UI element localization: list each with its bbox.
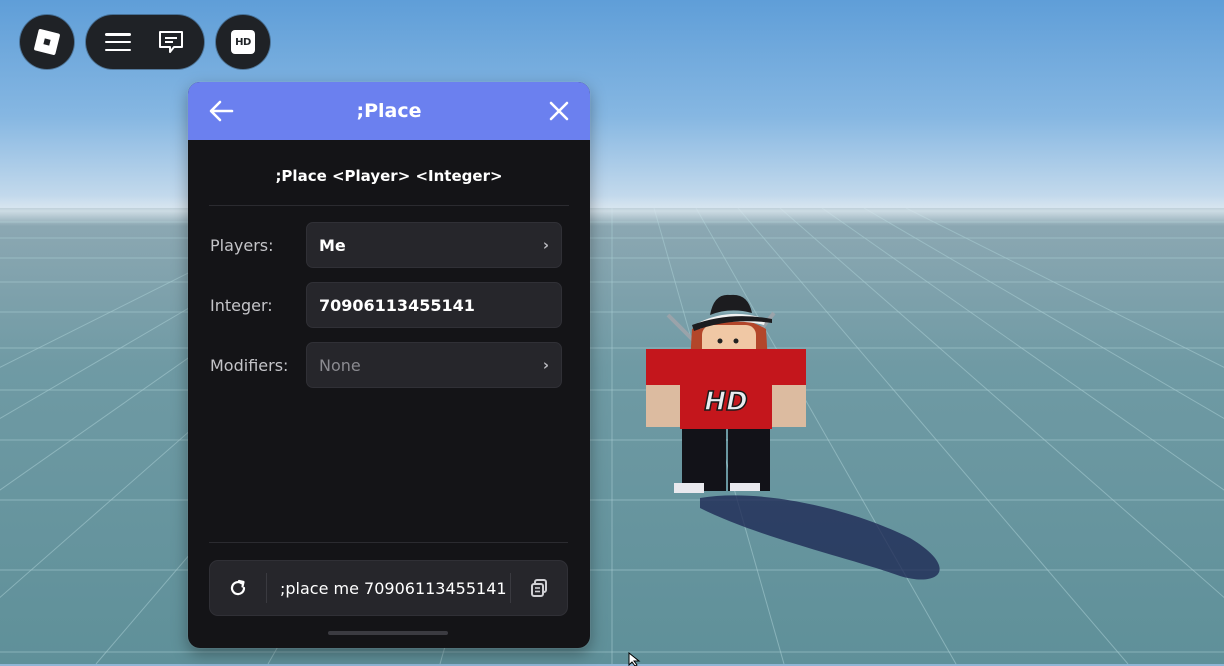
close-icon[interactable] <box>548 100 570 122</box>
players-label: Players: <box>210 235 274 255</box>
hd-admin-icon: HD <box>231 30 255 54</box>
command-preview-bar: ;place me 70906113455141 <box>209 560 568 616</box>
refresh-icon <box>230 579 246 596</box>
modifiers-value: None <box>319 355 361 375</box>
integer-label: Integer: <box>210 295 273 315</box>
player-avatar: HD <box>646 294 806 493</box>
hamburger-menu-icon[interactable] <box>105 33 131 51</box>
command-preview-text[interactable]: ;place me 70906113455141 <box>267 579 510 598</box>
topbar-button-group <box>86 15 204 69</box>
command-panel: ;Place ;Place <Player> <Integer> Players… <box>188 82 590 648</box>
ground-grid <box>0 208 1224 664</box>
shirt-logo-text: HD <box>704 387 747 417</box>
roblox-logo-icon <box>33 28 61 56</box>
refresh-button[interactable] <box>210 561 266 615</box>
command-syntax: ;Place <Player> <Integer> <box>275 167 503 185</box>
field-row-players: Players: Me › <box>210 221 562 269</box>
drag-handle[interactable] <box>328 631 448 635</box>
chat-icon[interactable] <box>157 29 185 55</box>
field-row-integer: Integer: 70906113455141 <box>210 281 562 329</box>
panel-header: ;Place <box>188 82 590 140</box>
integer-value: 70906113455141 <box>319 295 475 315</box>
copy-icon <box>531 579 547 597</box>
chevron-right-icon: › <box>542 356 549 374</box>
panel-title: ;Place <box>356 100 422 122</box>
modifiers-label: Modifiers: <box>210 355 289 375</box>
players-value: Me <box>319 235 346 255</box>
integer-input[interactable]: 70906113455141 <box>306 282 562 328</box>
horizon-haze <box>0 196 1224 226</box>
players-selector[interactable]: Me › <box>306 222 562 268</box>
baseplate-ground <box>0 208 1224 664</box>
back-arrow-icon[interactable] <box>208 99 234 123</box>
roblox-menu-button[interactable] <box>20 15 74 69</box>
chevron-right-icon: › <box>542 236 549 254</box>
divider <box>209 542 568 543</box>
hd-admin-button[interactable]: HD <box>216 15 270 69</box>
field-row-modifiers: Modifiers: None › <box>210 341 562 389</box>
divider <box>209 205 569 206</box>
modifiers-selector[interactable]: None › <box>306 342 562 388</box>
copy-button[interactable] <box>511 561 567 615</box>
